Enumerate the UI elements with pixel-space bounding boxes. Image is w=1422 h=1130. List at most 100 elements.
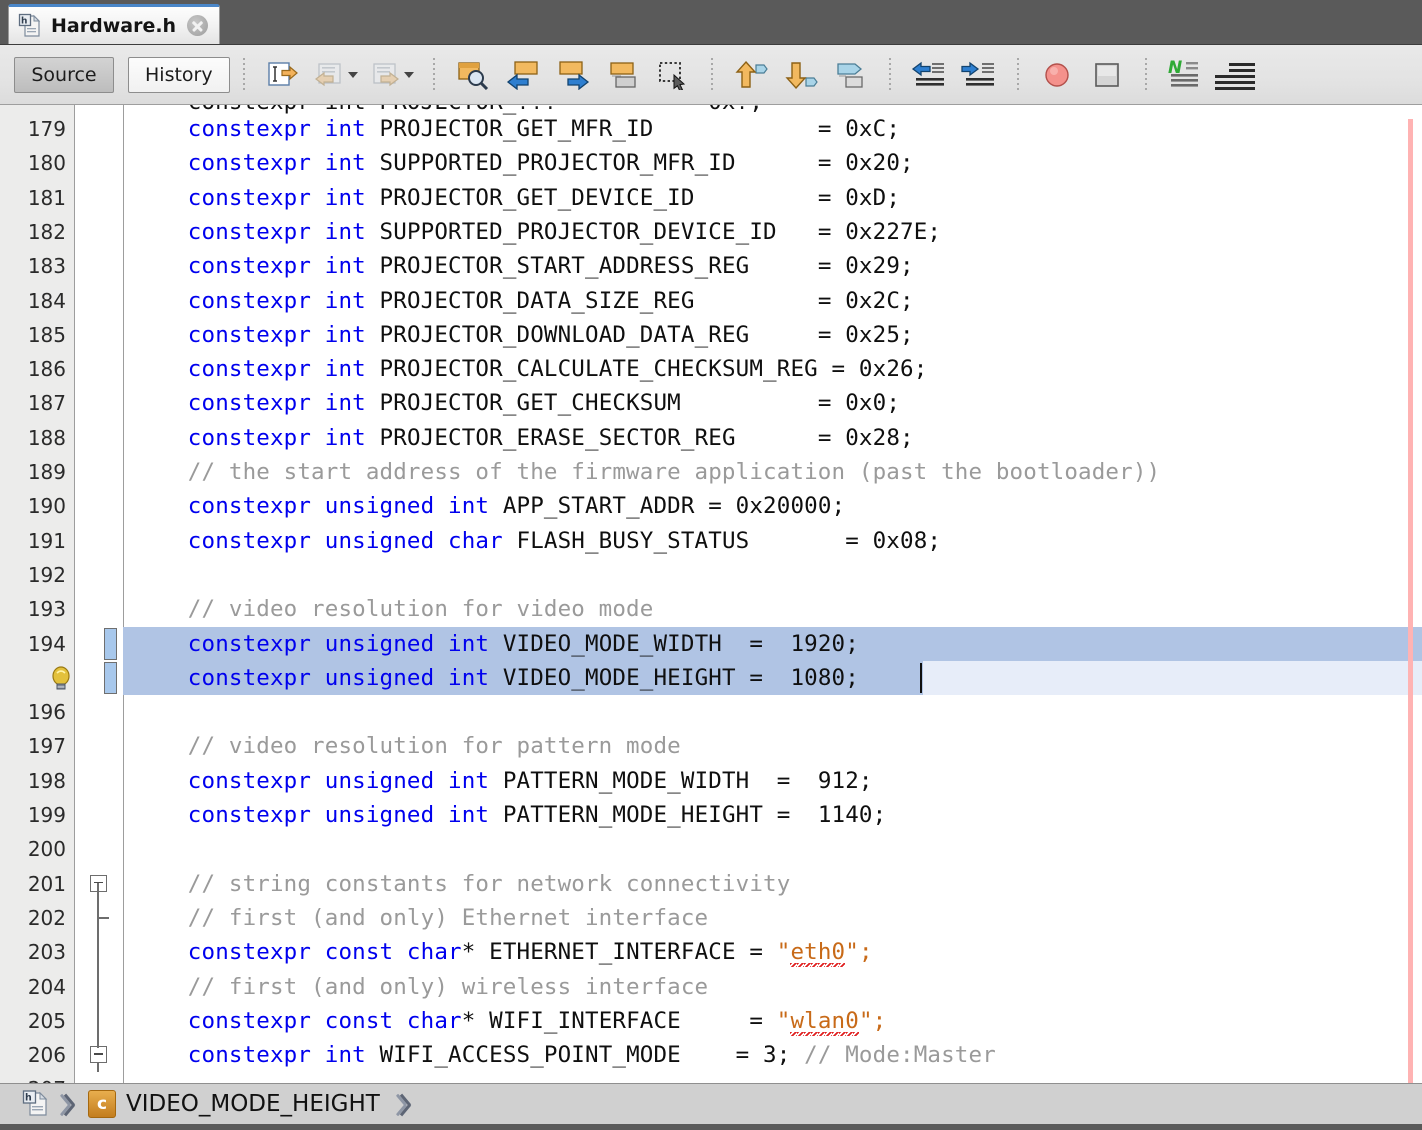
lightbulb-icon[interactable]: [48, 664, 74, 694]
code-line-text: constexpr int PROJECTOR_CALCULATE_CHECKS…: [187, 356, 928, 383]
header-file-icon: h: [18, 13, 42, 39]
editor-tab-title: Hardware.h: [51, 14, 177, 37]
code-line[interactable]: 201 // string constants for network conn…: [0, 867, 1422, 901]
code-line-text: constexpr unsigned int APP_START_ADDR = …: [187, 493, 846, 520]
code-line[interactable]: 203 constexpr const char* ETHERNET_INTER…: [0, 935, 1422, 970]
forward-icon[interactable]: [364, 53, 406, 97]
line-number: 198: [27, 768, 66, 793]
previous-bookmark-icon[interactable]: [498, 53, 548, 97]
toolbar-separator: [242, 57, 245, 92]
code-line-text: // the start address of the firmware app…: [133, 459, 1161, 485]
line-number: 200: [27, 837, 66, 862]
format-icon[interactable]: N: [1160, 53, 1210, 97]
chevron-right-icon-2[interactable]: [395, 1091, 415, 1117]
close-icon[interactable]: [187, 15, 209, 36]
code-line[interactable]: 204 // first (and only) wireless interfa…: [0, 969, 1422, 1004]
code-line[interactable]: 202 // first (and only) Ethernet interfa…: [0, 900, 1422, 936]
clipped-line-text: constexpr int PROJECTOR_??? = 0x?;: [133, 105, 763, 119]
code-line[interactable]: 198 constexpr unsigned int PATTERN_MODE_…: [0, 764, 1422, 798]
code-line[interactable]: 180 constexpr int SUPPORTED_PROJECTOR_MF…: [0, 146, 1422, 180]
fold-collapse-icon[interactable]: [90, 1046, 107, 1064]
line-number: 206: [27, 1043, 66, 1068]
back-icon[interactable]: [308, 53, 350, 97]
rectangular-selection-icon[interactable]: [648, 53, 698, 97]
svg-text:h: h: [21, 16, 27, 26]
line-number: 184: [27, 288, 66, 313]
line-number: 205: [27, 1008, 66, 1033]
line-number: 202: [27, 905, 66, 930]
last-edit-icon[interactable]: [258, 53, 308, 97]
code-line[interactable]: 183 constexpr int PROJECTOR_START_ADDRES…: [0, 249, 1422, 283]
code-line[interactable]: 192: [0, 558, 1422, 592]
code-line[interactable]: 193 // video resolution for video mode: [0, 592, 1422, 626]
shift-left-icon[interactable]: [904, 53, 954, 97]
toolbar-separator-6: [1144, 57, 1147, 92]
clipped-top-line: constexpr int PROJECTOR_??? = 0x?;: [0, 105, 1422, 119]
line-number: 191: [27, 528, 66, 553]
code-line[interactable]: 187 constexpr int PROJECTOR_GET_CHECKSUM…: [0, 386, 1422, 420]
tab-history[interactable]: History: [128, 56, 230, 93]
toggle-bookmark-icon[interactable]: [598, 53, 648, 97]
header-file-icon[interactable]: h: [22, 1089, 50, 1119]
line-number: 186: [27, 357, 66, 382]
tab-source[interactable]: Source: [14, 56, 114, 93]
netbeans-editor-window: h Hardware.h Source History N 179 conste…: [0, 0, 1422, 1130]
line-number: 204: [27, 974, 66, 999]
chevron-right-icon: [59, 1091, 79, 1117]
code-text-area[interactable]: 179 constexpr int PROJECTOR_GET_MFR_ID =…: [0, 105, 1422, 1083]
toggle-breakpoint-icon[interactable]: [1032, 53, 1082, 97]
line-number: 196: [27, 700, 66, 725]
code-line[interactable]: 207: [0, 1072, 1422, 1083]
toolbar-separator-4: [888, 57, 891, 92]
line-number: 187: [27, 391, 66, 416]
text-limit-line: [1408, 105, 1413, 1083]
editor-tab-strip: h Hardware.h: [0, 0, 1422, 44]
code-line-text: constexpr unsigned int VIDEO_MODE_WIDTH …: [187, 630, 859, 657]
code-line[interactable]: 196: [0, 695, 1422, 729]
previous-error-icon[interactable]: [726, 53, 776, 97]
code-line[interactable]: 185 constexpr int PROJECTOR_DOWNLOAD_DAT…: [0, 318, 1422, 352]
text-caret: [920, 662, 923, 693]
line-number: 185: [27, 322, 66, 347]
code-line-text: constexpr unsigned char FLASH_BUSY_STATU…: [187, 527, 942, 554]
line-number: 193: [27, 597, 66, 622]
line-number: 197: [27, 734, 66, 759]
window-bottom-edge: [0, 1124, 1422, 1130]
shift-right-icon[interactable]: [954, 53, 1004, 97]
line-number: 207: [0, 1072, 66, 1083]
code-line[interactable]: 184 constexpr int PROJECTOR_DATA_SIZE_RE…: [0, 284, 1422, 318]
code-editor[interactable]: 179 constexpr int PROJECTOR_GET_MFR_ID =…: [0, 105, 1422, 1083]
toggle-error-icon[interactable]: [826, 53, 876, 97]
code-line-text: constexpr int PROJECTOR_GET_DEVICE_ID = …: [187, 184, 901, 211]
code-line[interactable]: 188 constexpr int PROJECTOR_ERASE_SECTOR…: [0, 421, 1422, 455]
code-line[interactable]: 182 constexpr int SUPPORTED_PROJECTOR_DE…: [0, 215, 1422, 249]
editor-toolbar: Source History N: [0, 44, 1422, 105]
code-line-text: // first (and only) wireless interface: [133, 973, 709, 1000]
code-line-text: constexpr int PROJECTOR_DOWNLOAD_DATA_RE…: [187, 321, 914, 348]
code-line[interactable]: 181 constexpr int PROJECTOR_GET_DEVICE_I…: [0, 181, 1422, 215]
symbol-kind-icon: c: [88, 1090, 116, 1118]
code-line-text: constexpr int WIFI_ACCESS_POINT_MODE = 3…: [187, 1042, 996, 1069]
code-line[interactable]: 186 constexpr int PROJECTOR_CALCULATE_CH…: [0, 352, 1422, 386]
code-line[interactable]: 197 // video resolution for pattern mode: [0, 729, 1422, 763]
code-line[interactable]: 205 constexpr const char* WIFI_INTERFACE…: [0, 1003, 1422, 1039]
next-bookmark-icon[interactable]: [548, 53, 598, 97]
code-line[interactable]: 199 constexpr unsigned int PATTERN_MODE_…: [0, 798, 1422, 832]
find-selection-icon[interactable]: [448, 53, 498, 97]
code-line-text: // first (and only) Ethernet interface: [133, 904, 709, 931]
code-line[interactable]: 191 constexpr unsigned char FLASH_BUSY_S…: [0, 524, 1422, 558]
editor-tab-hardware-h[interactable]: h Hardware.h: [8, 4, 220, 44]
code-line[interactable]: 190 constexpr unsigned int APP_START_ADD…: [0, 489, 1422, 523]
code-line-text: constexpr int SUPPORTED_PROJECTOR_DEVICE…: [187, 218, 942, 245]
code-line[interactable]: 194 constexpr unsigned int VIDEO_MODE_WI…: [0, 627, 1422, 661]
svg-text:h: h: [25, 1093, 32, 1104]
breadcrumb-symbol-label[interactable]: VIDEO_MODE_HEIGHT: [126, 1091, 380, 1117]
stop-icon[interactable]: [1082, 53, 1132, 97]
comment-icon[interactable]: [1210, 53, 1260, 97]
code-line[interactable]: 206 constexpr int WIFI_ACCESS_POINT_MODE…: [0, 1038, 1422, 1073]
code-line[interactable]: constexpr unsigned int VIDEO_MODE_HEIGHT…: [0, 661, 1422, 695]
code-line[interactable]: 200: [0, 832, 1422, 866]
next-error-icon[interactable]: [776, 53, 826, 97]
code-line[interactable]: 189 // the start address of the firmware…: [0, 455, 1422, 489]
code-line-text: constexpr const char* WIFI_INTERFACE = "…: [187, 1007, 887, 1036]
